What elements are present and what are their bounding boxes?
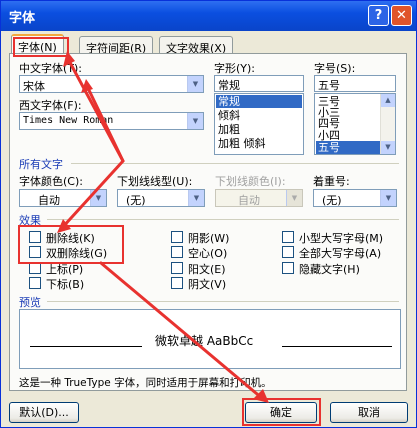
arrowhead	[63, 51, 75, 67]
arrow-to-chinese-font	[85, 84, 125, 163]
arrow-to-strikethrough	[59, 159, 125, 231]
annotation-arrows	[57, 51, 269, 403]
arrow-to-ok-button	[99, 261, 265, 401]
font-dialog: 字体 ? ✕ 字符间距(R) 文字效果(X) 字体(N) 中文字体(T): 宋体…	[0, 0, 417, 428]
